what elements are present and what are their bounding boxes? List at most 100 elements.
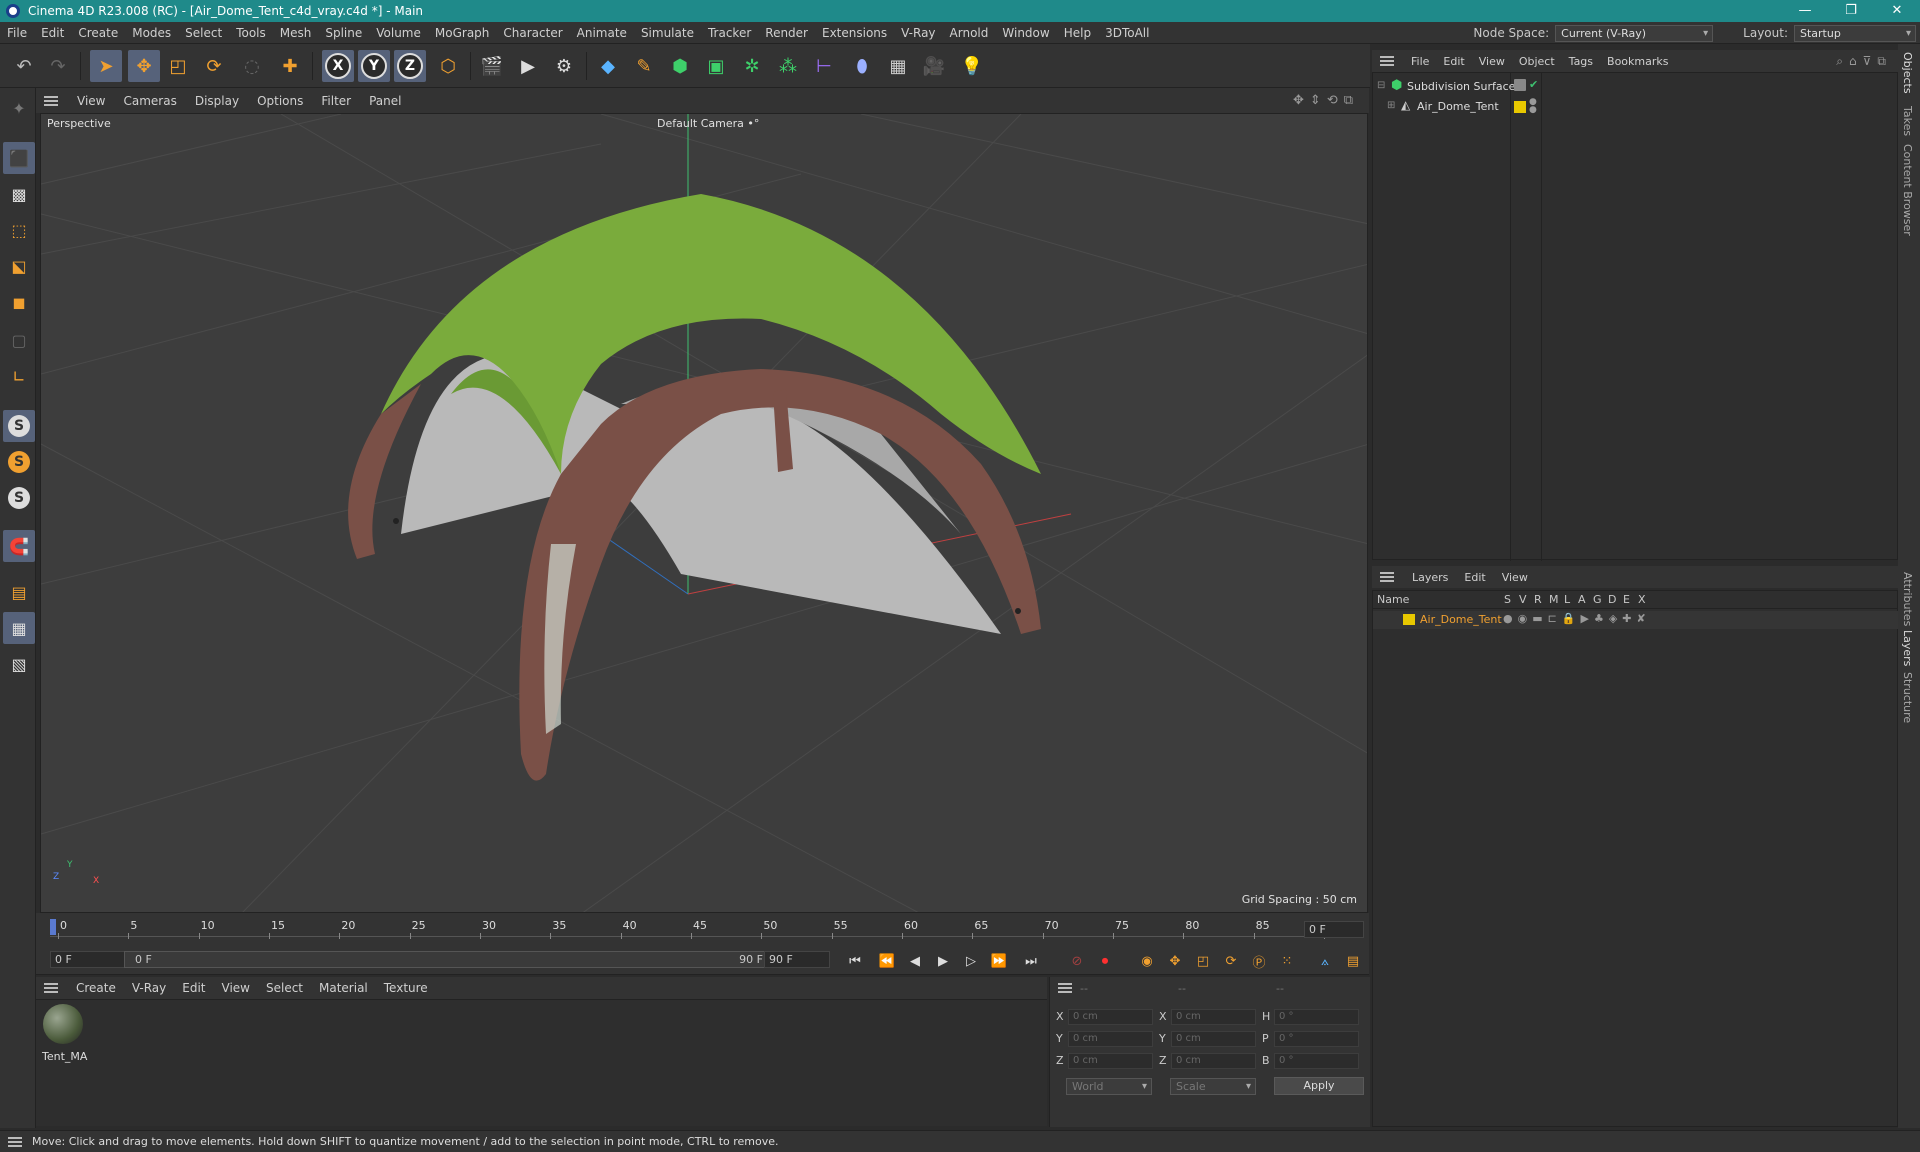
current-frame-field[interactable]: 0 F	[1304, 921, 1364, 938]
key-parameter-icon[interactable]: Ⓟ	[1248, 950, 1270, 972]
coordinate-system-icon[interactable]: ⬡	[432, 50, 464, 82]
menu-spline[interactable]: Spline	[318, 26, 369, 40]
points-mode-icon[interactable]: ⬚	[3, 214, 35, 246]
menu-vray[interactable]: V-Ray	[894, 26, 942, 40]
viewport-menu-view[interactable]: View	[68, 94, 114, 108]
extrude-generator-icon[interactable]: ▣	[700, 50, 732, 82]
viewport-navigation-icons[interactable]: ✥⇕⟲⧉	[1293, 93, 1359, 108]
camera-object-icon[interactable]: 🎥	[918, 50, 950, 82]
menu-edit[interactable]: Edit	[34, 26, 71, 40]
make-editable-icon[interactable]: ✦	[3, 92, 35, 124]
add-tool-icon[interactable]: ✚	[274, 50, 306, 82]
layout-select[interactable]: Startup	[1794, 24, 1916, 42]
axis-mode-icon[interactable]: ∟	[3, 360, 35, 392]
field-object-icon[interactable]: ⬮	[846, 50, 878, 82]
start-frame-field[interactable]: 0 F	[50, 951, 126, 968]
expand-toggle-icon[interactable]: ⊟	[1377, 80, 1385, 91]
status-hamburger-icon[interactable]	[8, 1136, 22, 1147]
x-axis-lock-button[interactable]: X	[322, 50, 354, 82]
undo-icon[interactable]: ↶	[8, 50, 40, 82]
scale-tool-icon[interactable]: ◰	[162, 50, 194, 82]
cloner-icon[interactable]: ✲	[736, 50, 768, 82]
render-picture-viewer-icon[interactable]: ▶	[512, 50, 544, 82]
go-to-end-icon[interactable]: ⏭	[1020, 950, 1042, 972]
material-menu-create[interactable]: Create	[68, 981, 124, 995]
uv-mode-icon[interactable]: ▢	[3, 324, 35, 356]
cube-primitive-icon[interactable]: ◆	[592, 50, 624, 82]
coord-size-z-field[interactable]: 0 cm	[1171, 1053, 1256, 1069]
play-icon[interactable]: ▶	[932, 950, 954, 972]
enabled-check-icon[interactable]: ✔	[1529, 78, 1538, 91]
node-space-select[interactable]: Current (V-Ray)	[1555, 24, 1714, 42]
menu-arnold[interactable]: Arnold	[943, 26, 996, 40]
previous-frame-icon[interactable]: ◀	[904, 950, 926, 972]
coord-rot-b-field[interactable]: 0 °	[1274, 1053, 1359, 1069]
coord-pos-y-field[interactable]: 0 cm	[1068, 1031, 1153, 1047]
floor-object-icon[interactable]: ▦	[882, 50, 914, 82]
menu-character[interactable]: Character	[496, 26, 569, 40]
menu-create[interactable]: Create	[71, 26, 125, 40]
close-button[interactable]: ✕	[1874, 0, 1920, 22]
material-hamburger-icon[interactable]	[44, 983, 58, 993]
menu-mesh[interactable]: Mesh	[273, 26, 319, 40]
layers-menu-edit[interactable]: Edit	[1456, 571, 1493, 584]
timeline-window-icon[interactable]: ▤	[1342, 950, 1364, 972]
record-keys-icon[interactable]: ⊘	[1066, 950, 1088, 972]
tab-layers[interactable]: Layers	[1901, 630, 1914, 666]
key-pla-icon[interactable]: ⁙	[1276, 950, 1298, 972]
layer-tag-icon[interactable]	[1514, 79, 1526, 91]
object-row-air-dome-tent[interactable]: ⊞ ◭ Air_Dome_Tent ● ●	[1373, 98, 1899, 116]
polygons-mode-icon[interactable]: ◼	[3, 286, 35, 318]
menu-animate[interactable]: Animate	[570, 26, 634, 40]
coord-scale-select[interactable]: Scale	[1170, 1078, 1256, 1095]
layer-color-swatch[interactable]	[1514, 101, 1526, 113]
minimize-button[interactable]: —	[1782, 0, 1828, 22]
menu-select[interactable]: Select	[178, 26, 229, 40]
tab-content-browser[interactable]: Content Browser	[1901, 144, 1914, 236]
objects-menu-object[interactable]: Object	[1512, 55, 1562, 68]
previous-key-icon[interactable]: ⏪	[876, 950, 898, 972]
objects-menu-tags[interactable]: Tags	[1562, 55, 1600, 68]
tab-takes[interactable]: Takes	[1901, 106, 1914, 136]
render-view-icon[interactable]: 🎬	[476, 50, 508, 82]
layer-toggle-icons[interactable]: ●◉▬⊏🔒▶♣◈✚✘	[1503, 612, 1651, 625]
apply-button[interactable]: Apply	[1274, 1077, 1364, 1095]
timeline-ruler[interactable]: 051015202530354045505560657075808590 0 F	[36, 913, 1369, 945]
mograph-matrix-icon[interactable]: ⁂	[772, 50, 804, 82]
viewport-menu-options[interactable]: Options	[248, 94, 312, 108]
tab-objects[interactable]: Objects	[1901, 52, 1914, 94]
y-axis-lock-button[interactable]: Y	[358, 50, 390, 82]
edges-mode-icon[interactable]: ⬕	[3, 250, 35, 282]
render-settings-icon[interactable]: ⚙	[548, 50, 580, 82]
go-to-start-icon[interactable]: ⏮	[844, 950, 866, 972]
motion-record-icon[interactable]: ⟑	[1314, 950, 1336, 972]
layers-hamburger-icon[interactable]	[1380, 572, 1394, 582]
workplane-grid-icon[interactable]: ▦	[3, 612, 35, 644]
coord-pos-x-field[interactable]: 0 cm	[1068, 1009, 1153, 1025]
coord-size-y-field[interactable]: 0 cm	[1171, 1031, 1256, 1047]
material-menu-texture[interactable]: Texture	[376, 981, 436, 995]
texture-mode-icon[interactable]: ▩	[3, 178, 35, 210]
material-menu-select[interactable]: Select	[258, 981, 311, 995]
key-rotation-icon[interactable]: ⟳	[1220, 950, 1242, 972]
subdivision-surface-icon[interactable]: ⬢	[664, 50, 696, 82]
pen-spline-icon[interactable]: ✎	[628, 50, 660, 82]
coord-size-x-field[interactable]: 0 cm	[1171, 1009, 1256, 1025]
object-row-subdivision-surface[interactable]: ⊟ ⬢ Subdivision Surface ✔	[1373, 78, 1899, 96]
material-menu-view[interactable]: View	[214, 981, 258, 995]
material-swatch[interactable]: Tent_MA	[42, 1004, 87, 1066]
redo-icon[interactable]: ↷	[42, 50, 74, 82]
coord-rot-h-field[interactable]: 0 °	[1274, 1009, 1359, 1025]
menu-3dtoall[interactable]: 3DToAll	[1098, 26, 1156, 40]
viewport-menu-panel[interactable]: Panel	[360, 94, 410, 108]
coord-rot-p-field[interactable]: 0 °	[1274, 1031, 1359, 1047]
menu-tracker[interactable]: Tracker	[701, 26, 758, 40]
solo-single-icon[interactable]: S	[3, 446, 35, 478]
objects-menu-view[interactable]: View	[1472, 55, 1512, 68]
locked-workplane-icon[interactable]: ▧	[3, 648, 35, 680]
menu-tools[interactable]: Tools	[229, 26, 273, 40]
menu-volume[interactable]: Volume	[369, 26, 428, 40]
select-cursor-icon[interactable]: ➤	[90, 50, 122, 82]
light-object-icon[interactable]: 💡	[956, 50, 988, 82]
deformer-bend-icon[interactable]: ⊢	[808, 50, 840, 82]
